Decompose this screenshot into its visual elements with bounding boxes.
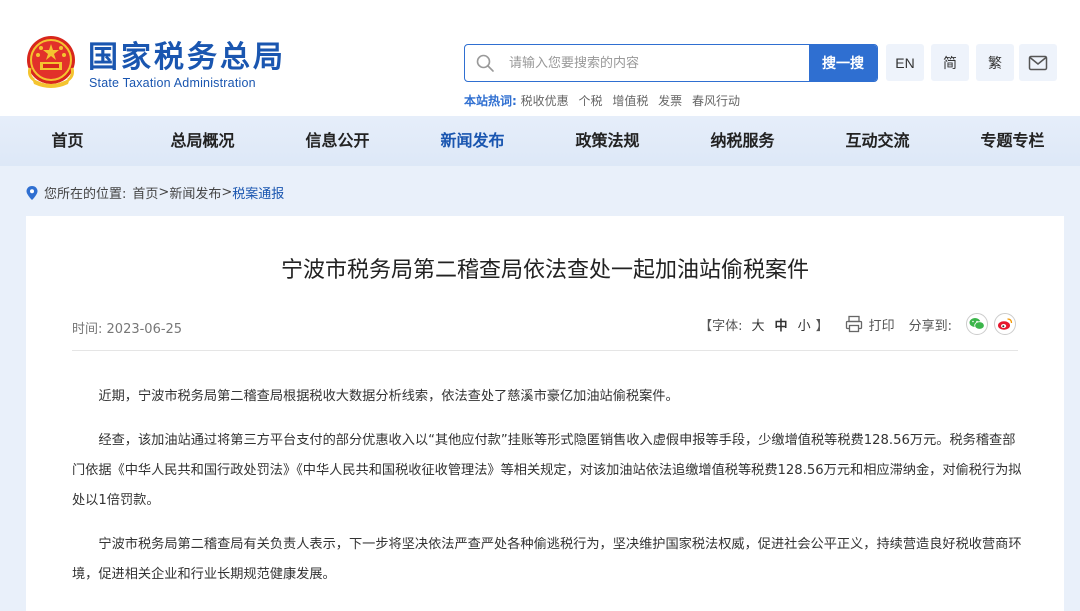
mail-icon xyxy=(1028,55,1048,70)
nav-item-policy[interactable]: 政策法规 xyxy=(540,116,675,166)
hot-words: 本站热词: 税收优惠 个税 增值税 发票 春风行动 xyxy=(464,92,746,109)
lang-traditional-button[interactable]: 繁 xyxy=(976,44,1014,81)
font-size-small[interactable]: 小 xyxy=(798,315,811,334)
print-button[interactable]: 打印 xyxy=(869,315,895,334)
share-weibo-button[interactable] xyxy=(994,313,1016,335)
national-emblem-icon[interactable] xyxy=(24,34,78,92)
article-paragraph: 经查，该加油站通过将第三方平台支付的部分优惠收入以“其他应付款”挂账等形式隐匿销… xyxy=(72,433,1022,508)
lang-en-button[interactable]: EN xyxy=(886,44,924,81)
site-logo-title[interactable]: 国家税务总局 xyxy=(88,40,286,76)
article-card: 宁波市税务局第二稽查局依法查处一起加油站偷税案件 时间: 2023-06-25 … xyxy=(26,216,1064,611)
hot-word-link[interactable]: 发票 xyxy=(658,94,682,108)
weibo-icon xyxy=(998,318,1013,330)
breadcrumb-separator: > xyxy=(221,185,233,200)
print-icon[interactable] xyxy=(845,315,863,333)
article-time: 时间: 2023-06-25 xyxy=(72,318,182,337)
article-paragraph: 近期，宁波市税务局第二稽查局根据税收大数据分析线索，依法查处了慈溪市豪亿加油站偷… xyxy=(98,389,679,404)
nav-item-news[interactable]: 新闻发布 xyxy=(405,116,540,166)
breadcrumb-home[interactable]: 首页 xyxy=(132,183,158,202)
article-title: 宁波市税务局第二稽查局依法查处一起加油站偷税案件 xyxy=(280,258,809,283)
wechat-icon xyxy=(969,318,985,330)
font-size-close: 】 xyxy=(815,318,829,334)
search-button[interactable]: 搜一搜 xyxy=(809,45,877,81)
mail-button[interactable] xyxy=(1019,44,1057,81)
breadcrumb-separator: > xyxy=(158,185,170,200)
location-pin-icon xyxy=(26,185,38,200)
hot-word-link[interactable]: 个税 xyxy=(578,94,602,108)
nav-item-info[interactable]: 信息公开 xyxy=(270,116,405,166)
site-header: 国家税务总局 State Taxation Administration 搜一搜… xyxy=(0,0,1080,116)
article-tools: 【字体: 大 中 小 】 打印 分享到: xyxy=(699,312,1016,336)
font-size-medium[interactable]: 中 xyxy=(775,315,788,334)
hot-word-link[interactable]: 税收优惠 xyxy=(521,94,569,108)
hot-word-link[interactable]: 春风行动 xyxy=(692,94,740,108)
article-paragraph: 宁波市税务局第二稽查局有关负责人表示，下一步将坚决依法严查严处各种偷逃税行为，坚… xyxy=(72,537,1022,582)
hot-words-label: 本站热词: xyxy=(464,94,517,108)
breadcrumb-prefix: 您所在的位置: xyxy=(44,187,127,202)
lang-simplified-button[interactable]: 简 xyxy=(931,44,969,81)
time-value: 2023-06-25 xyxy=(106,322,183,337)
breadcrumb: 您所在的位置: 首页 > 新闻发布 > 税案通报 xyxy=(26,183,284,202)
font-size-large[interactable]: 大 xyxy=(752,315,765,334)
font-size-label: 【字体: xyxy=(699,318,743,334)
meta-divider xyxy=(72,350,1018,351)
site-logo-subtitle[interactable]: State Taxation Administration xyxy=(89,76,256,90)
hot-word-link[interactable]: 增值税 xyxy=(612,94,648,108)
breadcrumb-current[interactable]: 税案通报 xyxy=(232,183,284,202)
search-icon xyxy=(476,54,494,72)
nav-item-overview[interactable]: 总局概况 xyxy=(135,116,270,166)
nav-item-topics[interactable]: 专题专栏 xyxy=(945,116,1080,166)
nav-item-interaction[interactable]: 互动交流 xyxy=(810,116,945,166)
share-wechat-button[interactable] xyxy=(966,313,988,335)
search-input[interactable] xyxy=(509,45,809,81)
time-label: 时间: xyxy=(72,322,103,337)
nav-item-home[interactable]: 首页 xyxy=(0,116,135,166)
breadcrumb-section[interactable]: 新闻发布 xyxy=(169,183,221,202)
nav-item-service[interactable]: 纳税服务 xyxy=(675,116,810,166)
main-nav: 首页 总局概况 信息公开 新闻发布 政策法规 纳税服务 互动交流 专题专栏 xyxy=(0,116,1080,166)
search-box: 搜一搜 xyxy=(464,44,878,82)
share-label: 分享到: xyxy=(908,318,952,334)
